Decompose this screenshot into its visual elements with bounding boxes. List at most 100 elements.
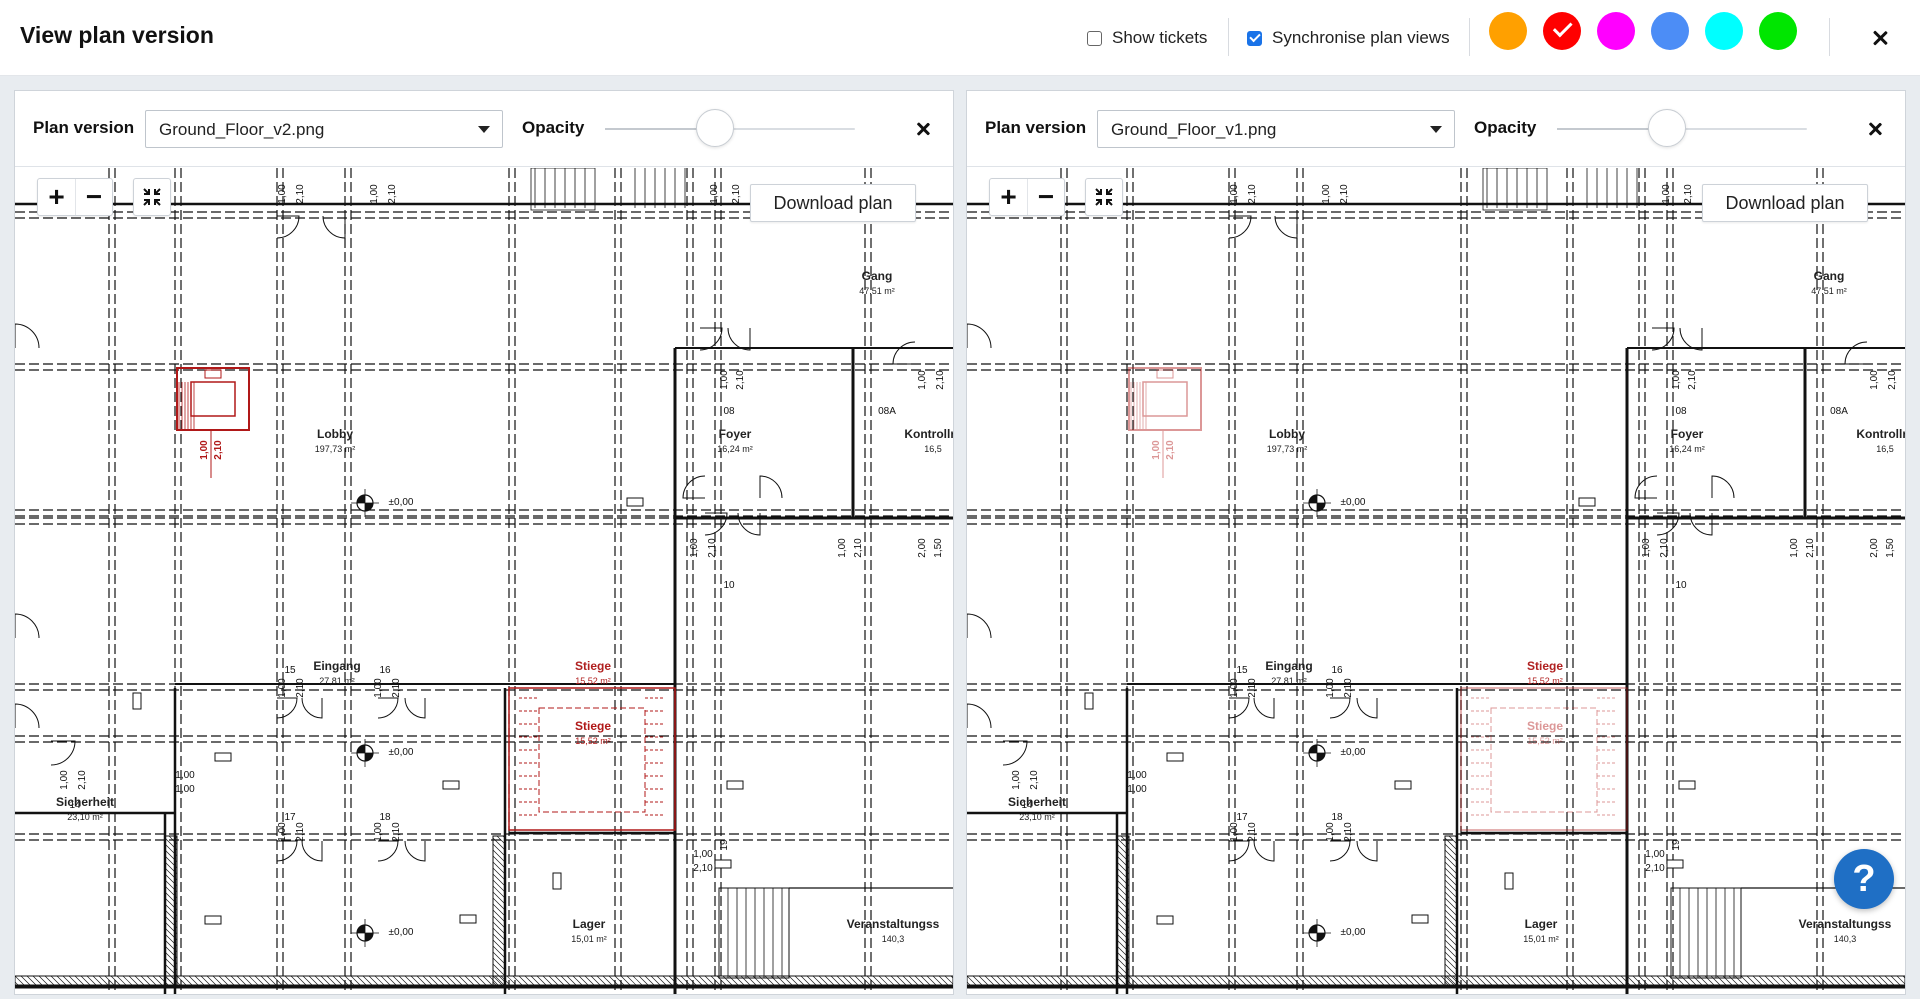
tag-marker [1678, 780, 1696, 790]
tag-marker [1394, 780, 1412, 790]
door-number: 08A [1830, 406, 1848, 417]
plan-version-select[interactable]: Ground_Floor_v2.png [145, 110, 503, 148]
fit-view-button[interactable] [133, 178, 171, 216]
dimension-label: 1,00 [1869, 370, 1880, 390]
dimension-label: 2,10 [387, 184, 398, 204]
dimension-label: 2,10 [391, 822, 402, 842]
sync-views-checkbox[interactable] [1247, 30, 1262, 46]
level-label: ±0,00 [389, 927, 414, 938]
plan-viewer[interactable]: ±0,00 ±0,00 ±0,00 1,00 2,10 1,00 2,10 1,00 2,10 1… [967, 168, 1905, 994]
dimension-label: 2,10 [731, 184, 742, 204]
tag-marker [726, 780, 744, 790]
fit-view-button[interactable] [1085, 178, 1123, 216]
overlay-dimension: 2,10 [213, 440, 224, 460]
dimension-label: 1,00 [369, 184, 380, 204]
door-number: 17 [284, 812, 296, 823]
dimension-label: 2,10 [295, 184, 306, 204]
dimension-label: 1,00 [837, 538, 848, 558]
dimension-label: 1,00 [1789, 538, 1800, 558]
plan-version-select[interactable]: Ground_Floor_v1.png [1097, 110, 1455, 148]
checkmark-icon [1552, 17, 1573, 38]
dimension-label: 1,00 [1661, 184, 1672, 204]
tag-marker [204, 915, 222, 925]
room-name: Veranstaltungss [847, 917, 940, 931]
opacity-slider[interactable] [1557, 109, 1807, 147]
zoom-in-button[interactable]: + [990, 179, 1027, 215]
opacity-slider[interactable] [605, 109, 855, 147]
close-panel-button[interactable] [1863, 117, 1887, 141]
color-swatch-green[interactable] [1759, 12, 1797, 50]
dimension-label: 2,10 [391, 678, 402, 698]
dimension-label: 1,00 [277, 822, 288, 842]
room-name: Kontrollra [1856, 427, 1905, 441]
dimension-label: 2,10 [1659, 538, 1670, 558]
plan-version-value: Ground_Floor_v2.png [159, 120, 325, 139]
zoom-out-button[interactable]: − [74, 179, 112, 215]
compress-icon [1095, 188, 1113, 206]
tag-marker [714, 859, 732, 869]
overlay-dimension: 1,00 [199, 440, 210, 460]
dimension-label: 2,10 [935, 370, 946, 390]
zoom-out-button[interactable]: − [1026, 179, 1064, 215]
zoom-controls: + − [37, 178, 113, 216]
slider-thumb[interactable] [1648, 109, 1686, 147]
room-name: Eingang [1265, 659, 1312, 673]
color-swatch-cyan[interactable] [1705, 12, 1743, 50]
room-name: Gang [1814, 269, 1845, 283]
color-swatch-magenta[interactable] [1597, 12, 1635, 50]
overlay-room-area: 15,52 m² [575, 736, 611, 746]
room-name: Sicherheit [56, 795, 114, 809]
room-area: 23,10 m² [67, 812, 103, 822]
tag-marker [626, 497, 644, 507]
dimension-label: 1,00 [373, 822, 384, 842]
plan-viewer[interactable]: ±0,00 ±0,00 ±0,00 1,00 2,10 1,00 2,10 1,00 2,10 1… [15, 168, 953, 994]
room-area: 16,5 [1876, 444, 1894, 454]
room-area: 16,5 [924, 444, 942, 454]
room-area: 140,3 [882, 934, 905, 944]
color-swatch-red[interactable] [1543, 12, 1581, 50]
slider-thumb[interactable] [696, 109, 734, 147]
dimension-label: 1,00 [277, 184, 288, 204]
download-plan-button[interactable]: Download plan [1702, 184, 1868, 222]
room-area: 15,01 m² [571, 934, 607, 944]
room-area: 47,51 m² [1811, 286, 1847, 296]
panel-toolbar: Plan version Ground_Floor_v2.png Opacity [15, 91, 953, 167]
tag-marker [1504, 872, 1514, 890]
download-plan-button[interactable]: Download plan [750, 184, 916, 222]
chevron-down-icon [478, 126, 490, 133]
color-swatch-orange[interactable] [1489, 12, 1527, 50]
door-number: 15 [1236, 665, 1248, 676]
room-name: Foyer [719, 427, 752, 441]
overlay-room-name: Stiege [575, 719, 611, 733]
dimension-label: 2,10 [1247, 184, 1258, 204]
dimension-label: 2,10 [853, 538, 864, 558]
opacity-label: Opacity [522, 118, 585, 137]
dimension-label: 1,00 [1321, 184, 1332, 204]
show-tickets-toggle[interactable]: Show tickets [1087, 26, 1207, 50]
show-tickets-checkbox[interactable] [1087, 30, 1102, 46]
close-dialog-button[interactable] [1866, 24, 1894, 52]
close-panel-button[interactable] [911, 117, 935, 141]
compress-icon [143, 188, 161, 206]
color-swatch-blue[interactable] [1651, 12, 1689, 50]
tag-marker [1166, 752, 1184, 762]
room-area: 197,73 m² [315, 444, 356, 454]
dimension-label: 1,00 [1671, 370, 1682, 390]
tag-marker [1156, 915, 1174, 925]
dimension-label: 2,10 [1805, 538, 1816, 558]
close-icon [916, 122, 930, 136]
zoom-in-button[interactable]: + [38, 179, 75, 215]
dimension-label: 2,10 [295, 678, 306, 698]
dimension-label: 2,10 [1343, 822, 1354, 842]
dimension-label: 2,10 [693, 863, 713, 874]
dimension-label: 2,10 [1645, 863, 1665, 874]
sync-views-toggle[interactable]: Synchronise plan views [1247, 26, 1450, 50]
room-name: Lager [1525, 917, 1558, 931]
dimension-label: 1,00 [1229, 184, 1240, 204]
dimension-label: 1,00 [373, 678, 384, 698]
door-number: 08 [723, 406, 735, 417]
room-area: 16,24 m² [1669, 444, 1705, 454]
dimension-label: 1,00 [277, 678, 288, 698]
help-button[interactable]: ? [1834, 849, 1894, 909]
room-area: 16,24 m² [717, 444, 753, 454]
